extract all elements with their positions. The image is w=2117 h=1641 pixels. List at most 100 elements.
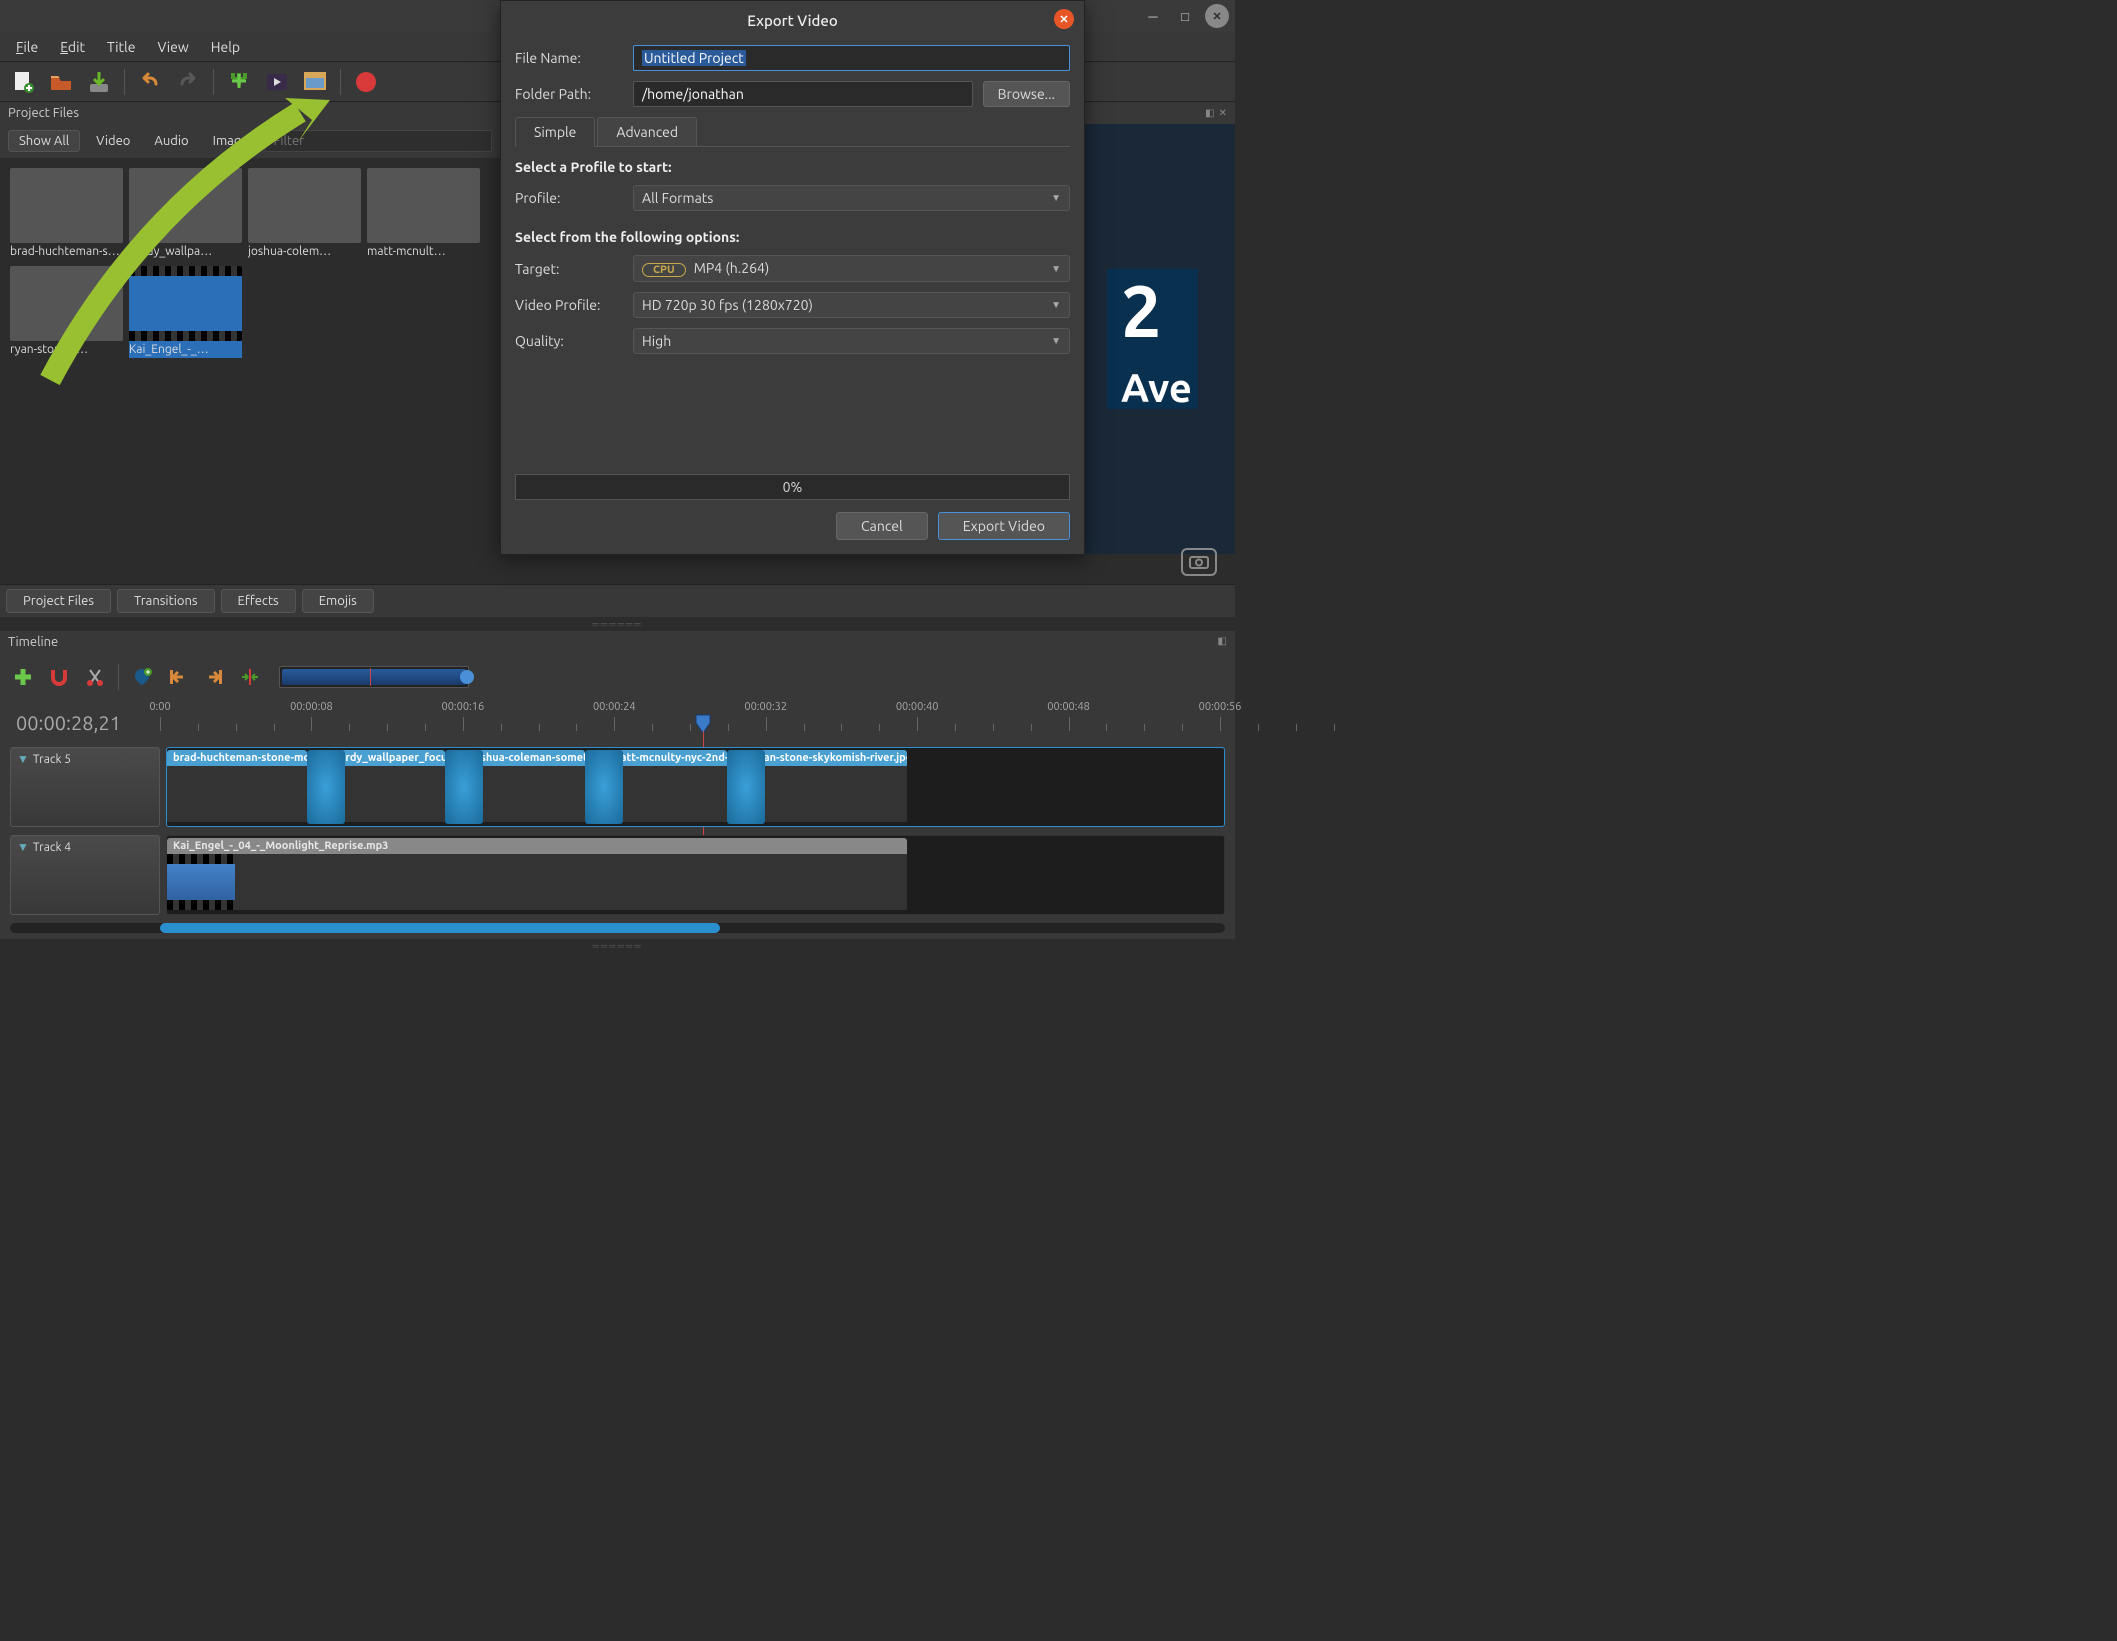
open-project-icon[interactable] [48, 69, 74, 95]
splitter-grip[interactable]: ══════ [0, 939, 1235, 953]
menu-edit[interactable]: Edit [52, 35, 93, 59]
file-name-input[interactable]: Untitled Project [642, 50, 746, 66]
preview-sign-line1: 2 [1121, 270, 1162, 351]
target-select[interactable]: CPUMP4 (h.264)▼ [633, 255, 1070, 282]
folder-path-input[interactable]: /home/jonathan [633, 81, 973, 107]
video-clip[interactable]: joshua-coleman-something-yellow.jpg [465, 750, 585, 824]
tab-simple[interactable]: Simple [515, 117, 595, 147]
tab-emojis[interactable]: Emojis [302, 589, 374, 613]
timeline-panel: 00:00:28,21 0:0000:00:0800:00:1600:00:24… [0, 653, 1235, 939]
section-options-title: Select from the following options: [515, 229, 1070, 245]
timeline-scrollbar[interactable] [10, 923, 1225, 933]
file-thumbnails: brad-huchteman-s…hardy_wallpa…joshua-col… [0, 158, 500, 584]
menu-view[interactable]: View [149, 35, 196, 59]
file-thumbnail[interactable]: Kai_Engel_-_… [129, 266, 242, 358]
next-marker-icon[interactable] [201, 664, 227, 690]
transition-clip[interactable] [585, 750, 623, 824]
window-close-button[interactable] [1205, 4, 1229, 28]
profile-label: Profile: [515, 190, 633, 206]
tracks-area: ▼Track 5brad-huchteman-stone-mountain.jp… [10, 747, 1225, 915]
time-ruler[interactable]: 0:0000:00:0800:00:1600:00:2400:00:3200:0… [160, 701, 1225, 745]
folder-path-label: Folder Path: [515, 86, 633, 102]
add-track-icon[interactable] [10, 664, 36, 690]
ruler-tick-label: 00:00:48 [1047, 701, 1090, 713]
filter-audio[interactable]: Audio [146, 131, 196, 151]
audio-clip[interactable]: Kai_Engel_-_04_-_Moonlight_Reprise.mp3 [167, 838, 907, 912]
panel-close-icon[interactable]: ✕ [1219, 107, 1227, 119]
previous-marker-icon[interactable] [165, 664, 191, 690]
track-row: ▼Track 4Kai_Engel_-_04_-_Moonlight_Repri… [10, 835, 1225, 915]
video-clip[interactable]: ryan-stone-skykomish-river.jpg [747, 750, 907, 824]
undo-icon[interactable] [137, 69, 163, 95]
save-project-icon[interactable] [86, 69, 112, 95]
video-clip[interactable]: brad-huchteman-stone-mountain.jpg [167, 750, 307, 824]
window-maximize-button[interactable] [1173, 4, 1197, 28]
timeline-header: Timeline ◧ [0, 631, 1235, 653]
new-project-icon[interactable] [10, 69, 36, 95]
transition-clip[interactable] [445, 750, 483, 824]
dialog-close-button[interactable]: ✕ [1054, 9, 1074, 29]
ruler-tick-label: 0:00 [149, 701, 170, 713]
track-body[interactable]: brad-huchteman-stone-mountain.jpghardy_w… [166, 747, 1225, 827]
video-profile-label: Video Profile: [515, 297, 633, 313]
browse-button[interactable]: Browse... [983, 81, 1070, 107]
track-header[interactable]: ▼Track 4 [10, 835, 160, 915]
dialog-titlebar[interactable]: Export Video ✕ [501, 1, 1084, 39]
quality-select[interactable]: High▼ [633, 328, 1070, 354]
cancel-button[interactable]: Cancel [836, 512, 928, 540]
dialog-title: Export Video [747, 12, 837, 29]
progress-bar: 0% [515, 474, 1070, 500]
center-playhead-icon[interactable] [237, 664, 263, 690]
import-files-icon[interactable] [226, 69, 252, 95]
snapshot-button[interactable] [1181, 548, 1217, 576]
tab-transitions[interactable]: Transitions [117, 589, 215, 613]
splitter-grip[interactable]: ══════ [0, 617, 1235, 631]
filter-input[interactable] [265, 130, 492, 152]
snap-icon[interactable] [46, 664, 72, 690]
video-profile-select[interactable]: HD 720p 30 fps (1280x720)▼ [633, 292, 1070, 318]
filter-row: Show All Video Audio Image [0, 124, 500, 158]
toolbar-separator [340, 69, 341, 95]
ruler-tick-label: 00:00:56 [1199, 701, 1242, 713]
tab-advanced[interactable]: Advanced [597, 117, 697, 146]
fullscreen-icon[interactable] [302, 69, 328, 95]
panel-undock-icon[interactable]: ◧ [1205, 107, 1214, 119]
panel-close-icon[interactable]: ◧ [1218, 635, 1227, 646]
file-thumbnail[interactable]: hardy_wallpa… [129, 168, 242, 260]
file-thumbnail[interactable]: matt-mcnult… [367, 168, 480, 260]
toolbar-separator [118, 664, 119, 690]
ruler-tick-label: 00:00:40 [896, 701, 939, 713]
ruler-tick-label: 00:00:32 [744, 701, 787, 713]
razor-icon[interactable] [82, 664, 108, 690]
show-all-button[interactable]: Show All [8, 130, 80, 152]
file-thumbnail[interactable]: ryan-stone-s… [10, 266, 123, 358]
video-clip[interactable]: matt-mcnulty-nyc-2nd-ave.jpg [605, 750, 727, 824]
menu-title[interactable]: Title [99, 35, 143, 59]
file-thumbnail[interactable]: brad-huchteman-s… [10, 168, 123, 260]
add-marker-icon[interactable] [129, 664, 155, 690]
export-video-dialog: Export Video ✕ File Name: Untitled Proje… [500, 0, 1085, 555]
section-profile-title: Select a Profile to start: [515, 159, 1070, 175]
transition-clip[interactable] [307, 750, 345, 824]
zoom-slider[interactable] [279, 666, 469, 688]
project-files-panel: Show All Video Audio Image brad-huchtema… [0, 124, 500, 584]
tab-effects[interactable]: Effects [221, 589, 296, 613]
ruler-tick-label: 00:00:24 [593, 701, 636, 713]
filter-video[interactable]: Video [88, 131, 138, 151]
redo-icon[interactable] [175, 69, 201, 95]
export-button[interactable]: Export Video [938, 512, 1070, 540]
choose-profile-icon[interactable] [264, 69, 290, 95]
preview-sign-line2: Ave [1121, 365, 1192, 410]
track-body[interactable]: Kai_Engel_-_04_-_Moonlight_Reprise.mp3 [166, 835, 1225, 915]
file-thumbnail[interactable]: joshua-colem… [248, 168, 361, 260]
transition-clip[interactable] [727, 750, 765, 824]
profile-select[interactable]: All Formats▼ [633, 185, 1070, 211]
window-minimize-button[interactable] [1141, 4, 1165, 28]
track-row: ▼Track 5brad-huchteman-stone-mountain.jp… [10, 747, 1225, 827]
filter-image[interactable]: Image [205, 131, 257, 151]
menu-file[interactable]: File [8, 35, 46, 59]
track-header[interactable]: ▼Track 5 [10, 747, 160, 827]
tab-project-files[interactable]: Project Files [6, 589, 111, 613]
menu-help[interactable]: Help [203, 35, 248, 59]
export-video-icon[interactable] [353, 69, 379, 95]
